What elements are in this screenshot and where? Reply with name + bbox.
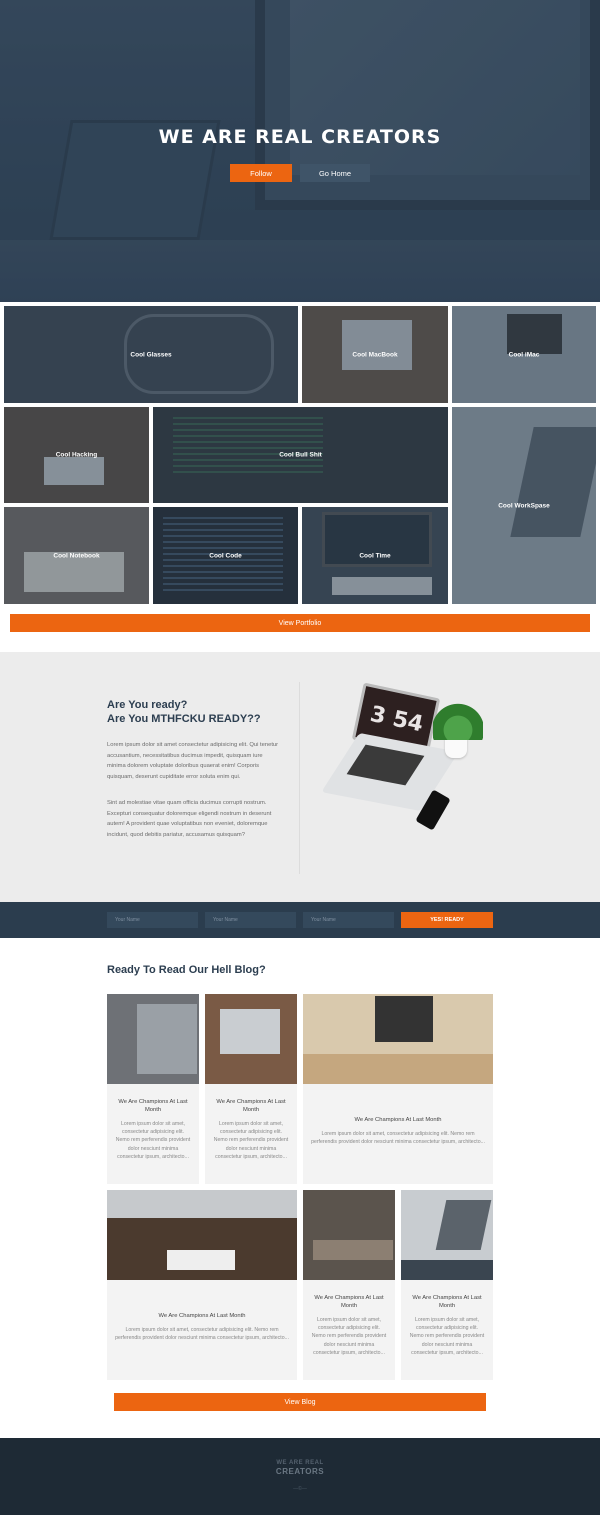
- footer: WE ARE REAL CREATORS —©—: [0, 1438, 600, 1515]
- blog-card-text: Lorem ipsum dolor sit amet, consectetur …: [409, 1317, 485, 1356]
- footer-logo-line2: CREATORS: [275, 1467, 325, 1476]
- blog-card[interactable]: We Are Champions At Last Month Lorem ips…: [205, 994, 297, 1184]
- blog-card-title: We Are Champions At Last Month: [216, 1099, 286, 1113]
- plant-pot: [445, 738, 467, 758]
- portfolio-tile-label: Cool Notebook: [53, 552, 100, 559]
- blog-card[interactable]: We Are Champions At Last Month Lorem ips…: [107, 994, 199, 1184]
- blog-title: Ready To Read Our Hell Blog?: [107, 964, 266, 976]
- ready-paragraph-1: Lorem ipsum dolor sit amet consectetur a…: [107, 742, 279, 780]
- blog-card-title: We Are Champions At Last Month: [158, 1313, 246, 1319]
- portfolio-tile-notebook[interactable]: Cool Notebook: [4, 507, 149, 604]
- hero-section: WE ARE REAL CREATORS Follow Go Home: [0, 0, 600, 302]
- portfolio-tile-glasses[interactable]: Cool Glasses: [4, 306, 298, 403]
- view-blog-button[interactable]: View Blog: [114, 1393, 486, 1411]
- portfolio-tile-label: Cool Time: [359, 552, 391, 559]
- portfolio-tile-time[interactable]: Cool Time: [302, 507, 448, 604]
- blog-card[interactable]: We Are Champions At Last Month Lorem ips…: [401, 1190, 493, 1380]
- name-input-2[interactable]: Your Name: [205, 912, 296, 928]
- portfolio-tile-label: Cool WorkSpase: [498, 502, 550, 509]
- blog-card-text: Lorem ipsum dolor sit amet, consectetur …: [311, 1317, 387, 1356]
- blog-card-text: Lorem ipsum dolor sit amet, consectetur …: [115, 1121, 191, 1160]
- blog-card-image: [303, 994, 493, 1084]
- yes-ready-button[interactable]: YES! READY: [401, 912, 493, 928]
- ready-section: Are You ready? Are You MTHFCKU READY?? L…: [0, 652, 600, 902]
- portfolio-tile-label: Cool iMac: [508, 351, 540, 358]
- blog-card-title: We Are Champions At Last Month: [118, 1099, 188, 1113]
- ready-divider: [299, 682, 300, 874]
- ready-heading-line2: Are You MTHFCKU READY??: [107, 713, 261, 725]
- ready-paragraph-2: Sint ad molestiae vitae quam officia duc…: [107, 800, 272, 838]
- signup-bar: Your Name Your Name Your Name YES! READY: [0, 902, 600, 938]
- plant-leaves: [433, 690, 483, 740]
- blog-card-image: [205, 994, 297, 1084]
- blog-card-title: We Are Champions At Last Month: [314, 1295, 384, 1309]
- blog-card-text: Lorem ipsum dolor sit amet, consectetur …: [311, 1131, 485, 1146]
- hero-title: WE ARE REAL CREATORS: [158, 126, 442, 148]
- blog-card[interactable]: We Are Champions At Last Month Lorem ips…: [107, 1190, 297, 1380]
- follow-button[interactable]: Follow: [230, 164, 292, 182]
- name-input-1[interactable]: Your Name: [107, 912, 198, 928]
- portfolio-tile-label: Cool Bull Shit: [279, 451, 322, 459]
- view-portfolio-button[interactable]: View Portfolio: [10, 614, 590, 632]
- blog-card[interactable]: We Are Champions At Last Month Lorem ips…: [303, 994, 493, 1184]
- blog-card-image: [401, 1190, 493, 1280]
- blog-card-title: We Are Champions At Last Month: [354, 1117, 442, 1123]
- blog-card-title: We Are Champions At Last Month: [412, 1295, 482, 1309]
- clock-digits: 3 54: [367, 701, 426, 738]
- blog-card-image: [303, 1190, 395, 1280]
- laptop-illustration: 3 54: [315, 680, 495, 840]
- portfolio-tile-macbook[interactable]: Cool MacBook: [302, 306, 448, 403]
- hero-overlay: [0, 0, 600, 302]
- blog-card-text: Lorem ipsum dolor sit amet, consectetur …: [213, 1121, 289, 1160]
- portfolio-tile-label: Cool Hacking: [55, 451, 98, 459]
- blog-card-image: [107, 994, 199, 1084]
- footer-logo-line1: WE ARE REAL: [276, 1460, 324, 1466]
- portfolio-tile-code[interactable]: Cool Code: [153, 507, 298, 604]
- portfolio-tile-hacking[interactable]: Cool Hacking: [4, 407, 149, 503]
- portfolio-tile-imac[interactable]: Cool iMac: [452, 306, 596, 403]
- portfolio-tile-label: Cool Glasses: [130, 351, 172, 358]
- footer-copyright: —©—: [293, 1486, 307, 1492]
- portfolio-tile-label: Cool Code: [209, 552, 242, 559]
- go-home-button[interactable]: Go Home: [300, 164, 370, 182]
- name-input-3[interactable]: Your Name: [303, 912, 394, 928]
- portfolio-tile-workspace[interactable]: Cool WorkSpase: [452, 407, 596, 604]
- blog-card-image: [107, 1190, 297, 1280]
- ready-heading-line1: Are You ready?: [107, 699, 188, 711]
- blog-card-text: Lorem ipsum dolor sit amet, consectetur …: [115, 1327, 289, 1342]
- blog-card[interactable]: We Are Champions At Last Month Lorem ips…: [303, 1190, 395, 1380]
- portfolio-tile-label: Cool MacBook: [352, 351, 398, 358]
- portfolio-tile-bull[interactable]: Cool Bull Shit: [153, 407, 448, 503]
